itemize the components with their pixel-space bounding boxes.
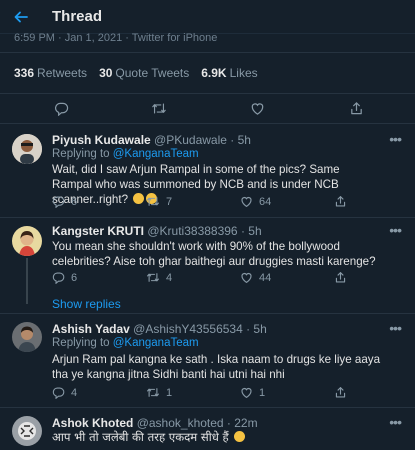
like-count: 44 <box>259 271 272 284</box>
avatar[interactable] <box>12 322 42 352</box>
retweet-icon <box>147 273 159 282</box>
share-button[interactable] <box>349 101 364 116</box>
like-icon <box>241 196 252 208</box>
reply-button[interactable]: 4 <box>52 386 77 399</box>
like-count: 64 <box>259 195 272 208</box>
quote-tweets-stat[interactable]: 30 Quote Tweets <box>99 66 189 80</box>
retweets-stat[interactable]: 336 Retweets <box>14 66 87 80</box>
reply-icon <box>52 387 65 399</box>
replying-to-mention[interactable]: @KanganaTeam <box>113 337 199 349</box>
retweet-button[interactable]: 7 <box>146 195 172 208</box>
quote-tweets-count: 30 <box>99 66 113 80</box>
author-handle[interactable]: @ashok_khoted · 22m <box>137 416 258 430</box>
tweet-actions: 6 4 44 <box>52 271 392 287</box>
retweet-button[interactable]: 1 <box>146 386 172 399</box>
retweet-count: 4 <box>166 271 173 284</box>
top-bar: Thread <box>0 0 415 34</box>
author-name[interactable]: Piyush Kudawale <box>52 133 151 147</box>
like-count: 1 <box>259 386 266 399</box>
likes-count: 6.9K <box>201 66 227 80</box>
back-arrow-icon <box>14 11 28 22</box>
retweet-icon <box>147 388 159 397</box>
share-icon <box>335 272 346 283</box>
reply-button[interactable]: 6 <box>52 195 77 208</box>
thread-line <box>26 258 28 304</box>
author-name[interactable]: Ashish Yadav <box>52 322 130 336</box>
author-name[interactable]: Kangster KRUTI <box>52 224 144 238</box>
more-icon[interactable]: ••• <box>389 222 402 238</box>
like-icon <box>241 387 252 399</box>
retweet-button[interactable] <box>151 101 167 116</box>
like-icon <box>241 272 252 284</box>
show-replies-link[interactable]: Show replies <box>52 297 121 311</box>
reply-icon <box>52 272 65 284</box>
share-button[interactable] <box>334 195 347 208</box>
share-button[interactable] <box>334 271 347 284</box>
retweet-icon <box>152 103 166 114</box>
share-icon <box>335 387 346 398</box>
reply-tweet[interactable]: Piyush Kudawale @PKudawale · 5h ••• Repl… <box>0 124 415 218</box>
tweet-text: You mean she shouldn't work with 90% of … <box>52 240 376 268</box>
reply-count: 6 <box>71 271 78 284</box>
more-icon[interactable]: ••• <box>389 414 402 430</box>
retweets-label: Retweets <box>37 66 88 80</box>
replying-to: Replying to @KanganaTeam <box>52 337 199 349</box>
back-button[interactable] <box>6 2 36 32</box>
tweet-text-content: आप भी तो जलेबी की तरह एकदम सीधे हैं <box>52 430 229 444</box>
author-handle[interactable]: @AshishY43556534 · 5h <box>133 322 267 336</box>
replying-to-mention[interactable]: @KanganaTeam <box>113 148 199 160</box>
like-button[interactable] <box>250 101 265 116</box>
author-handle[interactable]: @PKudawale · 5h <box>154 133 251 147</box>
page-title: Thread <box>52 8 103 25</box>
retweets-count: 336 <box>14 66 35 80</box>
reply-count: 6 <box>71 195 78 208</box>
share-icon <box>335 196 346 207</box>
more-icon[interactable]: ••• <box>389 131 402 147</box>
replying-to-label: Replying to <box>52 148 110 160</box>
reply-tweet[interactable]: Ashish Yadav @AshishY43556534 · 5h ••• R… <box>0 314 415 408</box>
main-tweet-actions <box>0 94 415 124</box>
tweet-text: Arjun Ram pal kangna ke sath . Iska naam… <box>52 353 381 381</box>
likes-stat[interactable]: 6.9K Likes <box>201 66 257 80</box>
reply-button[interactable] <box>54 101 69 116</box>
likes-label: Likes <box>229 66 258 80</box>
like-icon <box>251 103 264 115</box>
tweet-meta: 6:59 PM · Jan 1, 2021 · Twitter for iPho… <box>14 32 218 44</box>
replying-to: Replying to @KanganaTeam <box>52 148 199 160</box>
emoji-icon <box>234 431 246 442</box>
like-button[interactable]: 64 <box>240 195 271 208</box>
retweet-button[interactable]: 4 <box>146 271 172 284</box>
replying-to-label: Replying to <box>52 337 110 349</box>
retweet-count: 7 <box>166 195 173 208</box>
tweet-actions: 4 1 1 <box>52 386 392 402</box>
tweet-stats: 336 Retweets 30 Quote Tweets 6.9K Likes <box>0 52 415 94</box>
reply-icon <box>55 102 69 116</box>
reply-count: 4 <box>71 386 78 399</box>
tweet-text: आप भी तो जलेबी की तरह एकदम सीधे हैं <box>52 430 382 445</box>
tweet-actions: 6 7 64 <box>52 195 392 211</box>
avatar[interactable] <box>12 134 42 164</box>
reply-tweet[interactable]: Ashok Khoted @ashok_khoted · 22m ••• आप … <box>0 408 415 450</box>
retweet-count: 1 <box>166 386 173 399</box>
like-button[interactable]: 44 <box>240 271 271 284</box>
quote-tweets-label: Quote Tweets <box>115 66 190 80</box>
share-button[interactable] <box>334 386 347 399</box>
share-icon <box>351 102 362 115</box>
reply-icon <box>52 196 65 208</box>
reply-tweet[interactable]: Kangster KRUTI @Kruti38388396 · 5h ••• Y… <box>0 218 415 314</box>
avatar[interactable] <box>12 226 42 256</box>
author-handle[interactable]: @Kruti38388396 · 5h <box>147 224 261 238</box>
author-name[interactable]: Ashok Khoted <box>52 416 133 430</box>
like-button[interactable]: 1 <box>240 386 265 399</box>
avatar[interactable] <box>12 416 42 446</box>
reply-button[interactable]: 6 <box>52 271 77 284</box>
more-icon[interactable]: ••• <box>389 320 402 336</box>
retweet-icon <box>147 197 159 206</box>
